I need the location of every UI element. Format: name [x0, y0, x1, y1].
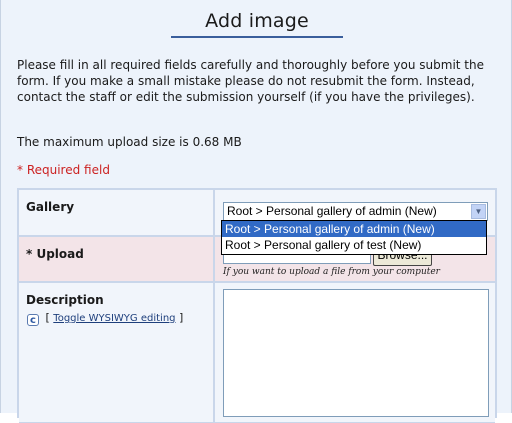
gallery-dropdown-list[interactable]: Root > Personal gallery of admin (New) R… — [221, 220, 487, 255]
gallery-option[interactable]: Root > Personal gallery of admin (New) — [222, 221, 486, 237]
page-title: Add image — [171, 10, 343, 38]
max-upload-size: The maximum upload size is 0.68 MB — [17, 135, 242, 149]
toggle-bracket-open: [ — [45, 311, 50, 324]
toggle-bracket-close: ] — [179, 311, 184, 324]
description-row: Description c [ Toggle WYSIWYG editing ] — [19, 283, 495, 423]
editor-c-icon[interactable]: c — [27, 314, 39, 326]
chevron-down-icon[interactable]: ▼ — [471, 204, 486, 219]
upload-label: * Upload — [19, 237, 215, 281]
title-wrap: Add image — [1, 10, 512, 44]
gallery-selected-value: Root > Personal gallery of admin (New) — [227, 204, 437, 218]
gallery-select[interactable]: Root > Personal gallery of admin (New) ▼ — [223, 202, 488, 221]
description-value-cell — [217, 283, 495, 422]
description-label: Description — [26, 293, 104, 307]
description-label-cell: Description c [ Toggle WYSIWYG editing ] — [19, 283, 215, 422]
description-textarea[interactable] — [223, 289, 489, 417]
required-field-note: * Required field — [17, 163, 110, 177]
gallery-option[interactable]: Root > Personal gallery of test (New) — [222, 237, 486, 253]
toggle-wysiwyg-link[interactable]: Toggle WYSIWYG editing — [53, 313, 175, 324]
intro-text: Please fill in all required fields caref… — [17, 58, 484, 104]
gallery-label: Gallery — [19, 190, 215, 235]
page: Add image Please fill in all required fi… — [0, 0, 512, 423]
wysiwyg-toggle-line: c [ Toggle WYSIWYG editing ] — [27, 311, 183, 326]
upload-hint: If you want to upload a file from your c… — [223, 267, 440, 277]
